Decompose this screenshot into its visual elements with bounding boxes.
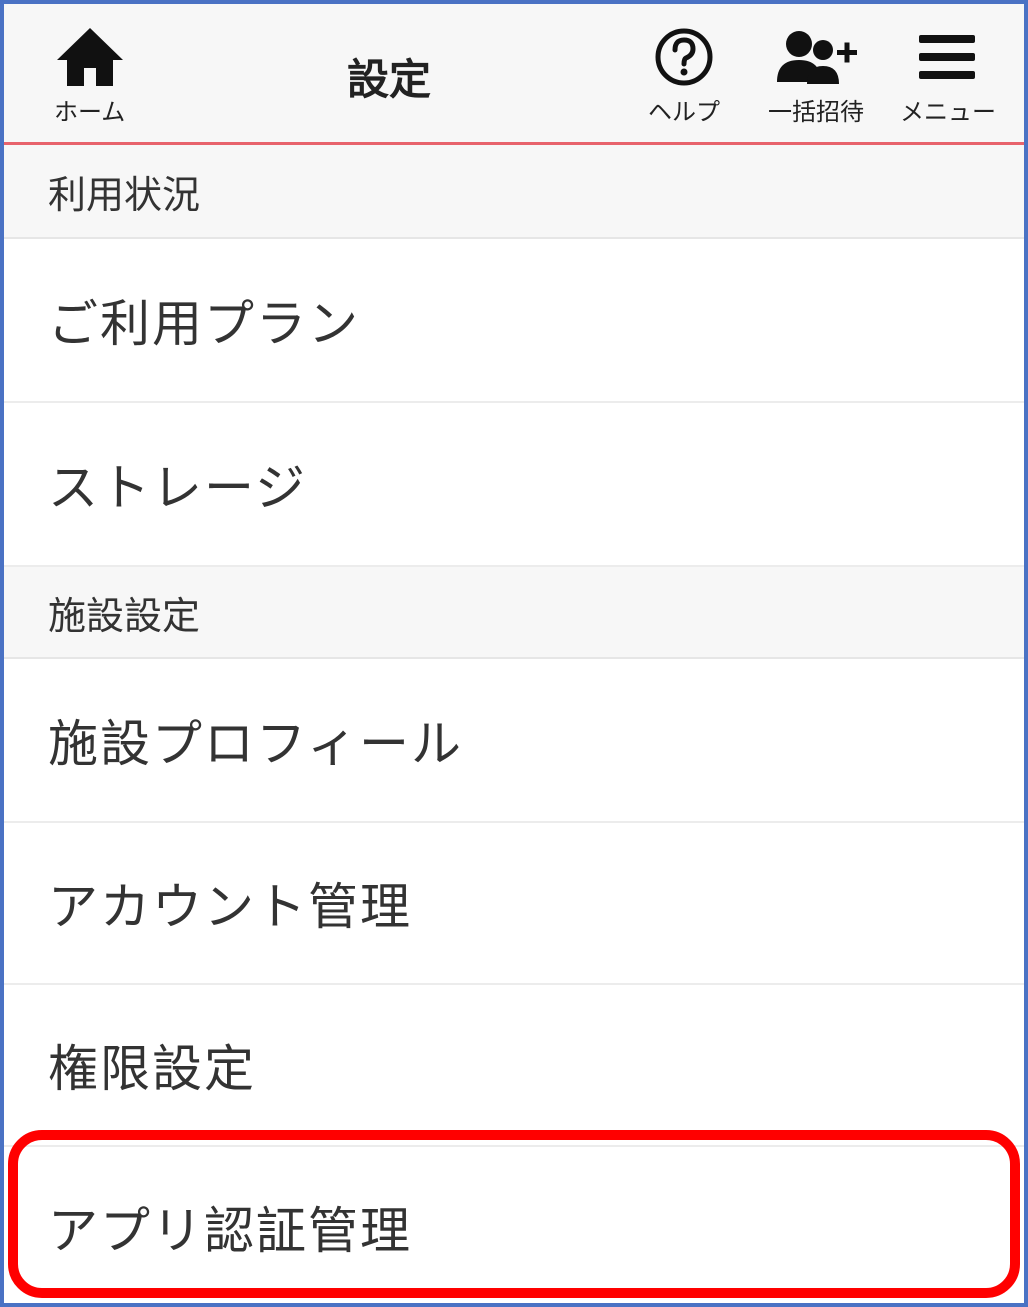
- menu-item-plan[interactable]: ご利用プラン: [4, 239, 1024, 403]
- bulk-invite-button[interactable]: 一括招待: [768, 24, 864, 127]
- hamburger-icon: [917, 24, 979, 90]
- menu-label: メニュー: [900, 98, 996, 126]
- bulk-invite-label: 一括招待: [768, 98, 864, 126]
- menu-item-account-management[interactable]: アカウント管理: [4, 823, 1024, 985]
- menu-item-label: 施設プロフィール: [48, 715, 463, 773]
- section-usage-status: 利用状況: [4, 145, 1024, 239]
- section-title: 施設設定: [48, 593, 201, 638]
- header-bar: ホーム 設定 ヘルプ 一括招待 メニュー: [4, 4, 1024, 145]
- menu-item-storage[interactable]: ストレージ: [4, 403, 1024, 567]
- menu-button[interactable]: メニュー: [900, 24, 996, 127]
- menu-item-permission-settings[interactable]: 権限設定: [4, 985, 1024, 1147]
- home-button[interactable]: ホーム: [54, 24, 125, 127]
- menu-item-label: 権限設定: [48, 1040, 256, 1098]
- menu-item-label: アカウント管理: [48, 878, 412, 936]
- home-label: ホーム: [54, 98, 126, 126]
- section-facility-settings: 施設設定: [4, 567, 1024, 659]
- add-users-icon: [771, 24, 861, 90]
- help-label: ヘルプ: [648, 98, 720, 126]
- menu-item-facility-profile[interactable]: 施設プロフィール: [4, 659, 1024, 823]
- page-title: 設定: [346, 55, 431, 104]
- menu-item-label: ご利用プラン: [48, 295, 360, 353]
- settings-screen: ホーム 設定 ヘルプ 一括招待 メニュー 利用状況 ご利用プラン ストレージ 施…: [0, 0, 1028, 1307]
- home-icon: [55, 24, 125, 90]
- question-circle-icon: [653, 24, 715, 90]
- section-title: 利用状況: [48, 172, 201, 217]
- menu-item-label: ストレージ: [48, 459, 307, 517]
- highlight-box: [8, 1130, 1020, 1298]
- help-button[interactable]: ヘルプ: [648, 24, 720, 127]
